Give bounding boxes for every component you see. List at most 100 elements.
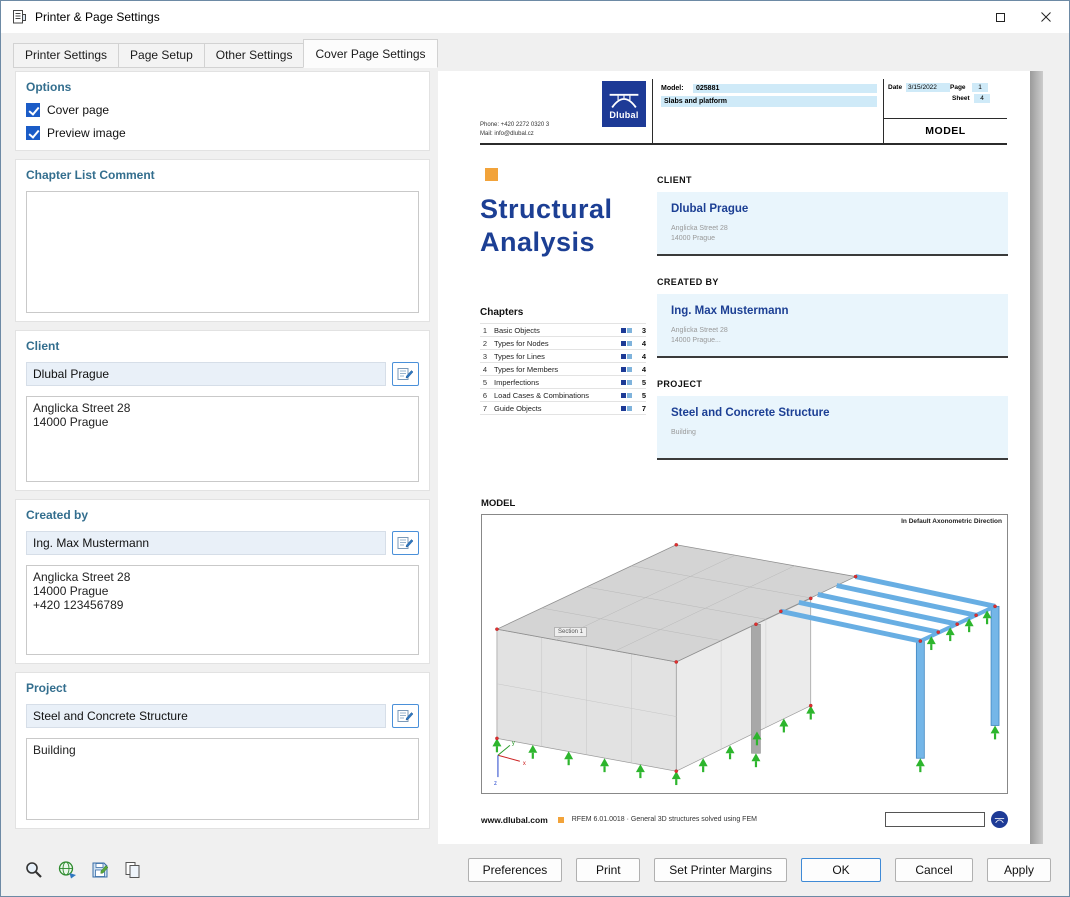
- support-arrow: [564, 751, 574, 766]
- tab-cover-page-settings[interactable]: Cover Page Settings: [303, 39, 438, 68]
- project-description-line: Building: [671, 429, 696, 436]
- chapter-number: 4: [482, 364, 487, 374]
- client-address-line1: Anglicka Street 28: [671, 225, 728, 232]
- steel-beam: [855, 574, 996, 609]
- created-by-name-input[interactable]: [26, 531, 386, 555]
- cover-page-preview: Dlubal Phone: +420 2272 0320 3 Mail: inf…: [438, 71, 1030, 846]
- chapter-label: Types for Nodes: [494, 338, 549, 348]
- created-by-section-heading: CREATED BY: [657, 277, 719, 287]
- cancel-button[interactable]: Cancel: [895, 858, 973, 882]
- chapter-row: 3 Types for Lines 4: [480, 350, 646, 363]
- chapter-page-marker: [621, 379, 632, 385]
- axis-x-label: x: [523, 761, 526, 767]
- tab-other-settings[interactable]: Other Settings: [203, 43, 305, 68]
- axis-z-label: z: [494, 781, 497, 787]
- chapter-page-marker: [621, 392, 632, 398]
- title-bar[interactable]: Printer & Page Settings: [1, 1, 1069, 33]
- project-name-input[interactable]: [26, 704, 386, 728]
- edit-form-icon: [397, 710, 414, 722]
- support-arrow: [725, 745, 735, 760]
- project-group: Project Building: [15, 672, 430, 829]
- project-description-textarea[interactable]: Building: [26, 738, 419, 820]
- web-export-button[interactable]: [52, 857, 82, 883]
- client-address-textarea[interactable]: Anglicka Street 28 14000 Prague: [26, 396, 419, 482]
- edit-created-by-button[interactable]: [392, 531, 419, 555]
- model-number: 025881: [693, 84, 877, 93]
- chapter-label: Types for Members: [494, 364, 559, 374]
- accent-square: [485, 168, 498, 181]
- close-button[interactable]: [1023, 1, 1069, 33]
- maximize-button[interactable]: [977, 1, 1023, 33]
- action-buttons: Preferences Print Set Printer Margins OK…: [467, 858, 1051, 882]
- close-icon: [1041, 12, 1051, 22]
- document-type-label: MODEL: [884, 118, 1007, 143]
- copy-settings-button[interactable]: [118, 857, 148, 883]
- chapter-page: 4: [641, 364, 646, 374]
- edit-client-button[interactable]: [392, 362, 419, 386]
- created-by-section: CREATED BY Ing. Max Mustermann Anglicka …: [657, 277, 1008, 358]
- cover-title-line2: Analysis: [480, 226, 596, 257]
- options-group: Options Cover page Preview image: [15, 71, 430, 151]
- created-by-group: Created by Anglicka Street 28 14000 Prag…: [15, 499, 430, 664]
- client-group-title: Client: [26, 339, 60, 353]
- chapter-page: 7: [641, 403, 646, 413]
- save-edit-icon: [92, 862, 109, 878]
- edit-form-icon: [397, 368, 414, 380]
- project-group-title: Project: [26, 681, 67, 695]
- support-arrow: [698, 758, 708, 773]
- chapter-page-marker: [621, 366, 632, 372]
- options-group-title: Options: [26, 80, 72, 94]
- printer-page-settings-dialog: Printer & Page Settings Printer Settings…: [0, 0, 1070, 897]
- chapter-label: Imperfections: [494, 377, 540, 387]
- chapter-page: 4: [641, 351, 646, 361]
- cover-page-checkbox[interactable]: [26, 103, 40, 117]
- client-section-heading: CLIENT: [657, 175, 692, 185]
- save-settings-button[interactable]: [85, 857, 115, 883]
- cover-page-checkbox-row[interactable]: Cover page: [26, 103, 419, 117]
- chapter-number: 2: [482, 338, 487, 348]
- client-section-name: Dlubal Prague: [671, 203, 749, 215]
- model-preview-box: x y z In Default Axonometric Direction S…: [481, 514, 1008, 794]
- footer-stamp-box: [885, 812, 985, 827]
- edit-project-button[interactable]: [392, 704, 419, 728]
- page-footer: www.dlubal.com RFEM 6.01.0018 · General …: [481, 811, 1008, 828]
- axis-y-label: y: [512, 740, 515, 746]
- created-by-address-textarea[interactable]: Anglicka Street 28 14000 Prague +420 123…: [26, 565, 419, 655]
- dlubal-logo-text: Dlubal: [609, 110, 639, 120]
- sheet-value: 4: [974, 94, 990, 103]
- support-arrow: [671, 771, 681, 786]
- print-button[interactable]: Print: [576, 858, 641, 882]
- client-name-input[interactable]: [26, 362, 386, 386]
- support-arrow: [528, 744, 538, 759]
- email-line: Mail: info@dlubal.cz: [480, 131, 534, 138]
- set-printer-margins-button[interactable]: Set Printer Margins: [654, 858, 787, 882]
- footer-program-info: RFEM 6.01.0018 · General 3D structures s…: [571, 816, 757, 823]
- phone-line: Phone: +420 2272 0320 3: [480, 121, 550, 128]
- preferences-button[interactable]: Preferences: [467, 858, 563, 882]
- project-section-name: Steel and Concrete Structure: [671, 407, 830, 419]
- client-group: Client Anglicka Street 28 14000 Prague: [15, 330, 430, 491]
- preview-image-checkbox[interactable]: [26, 126, 40, 140]
- cover-title-line1: Structural: [480, 194, 613, 224]
- tab-printer-settings[interactable]: Printer Settings: [13, 43, 120, 68]
- preview-header-meta-cell: Date 3/15/2022 Page 1 Sheet 4 MODEL: [883, 79, 1007, 143]
- chapter-number: 5: [482, 377, 487, 387]
- chapter-list-comment-textarea[interactable]: [26, 191, 419, 313]
- zoom-preview-button[interactable]: [19, 857, 49, 883]
- cover-page-preview-pane: Dlubal Phone: +420 2272 0320 3 Mail: inf…: [438, 71, 1043, 846]
- steel-beam: [836, 583, 977, 618]
- preview-scrollbar[interactable]: [1030, 71, 1043, 846]
- ok-button[interactable]: OK: [801, 858, 881, 882]
- cover-page-label: Cover page: [47, 103, 110, 117]
- magnifier-icon: [26, 862, 42, 878]
- project-section-box: Steel and Concrete Structure Building: [657, 396, 1008, 460]
- steel-column: [915, 640, 925, 759]
- project-section-heading: PROJECT: [657, 379, 703, 389]
- chapter-number: 3: [482, 351, 487, 361]
- tab-page-setup[interactable]: Page Setup: [118, 43, 205, 68]
- model-3d-view: x y z: [492, 543, 1000, 787]
- apply-button[interactable]: Apply: [987, 858, 1051, 882]
- footer-accent-square: [557, 816, 564, 823]
- preview-image-checkbox-row[interactable]: Preview image: [26, 126, 419, 140]
- chapter-page-marker: [621, 353, 632, 359]
